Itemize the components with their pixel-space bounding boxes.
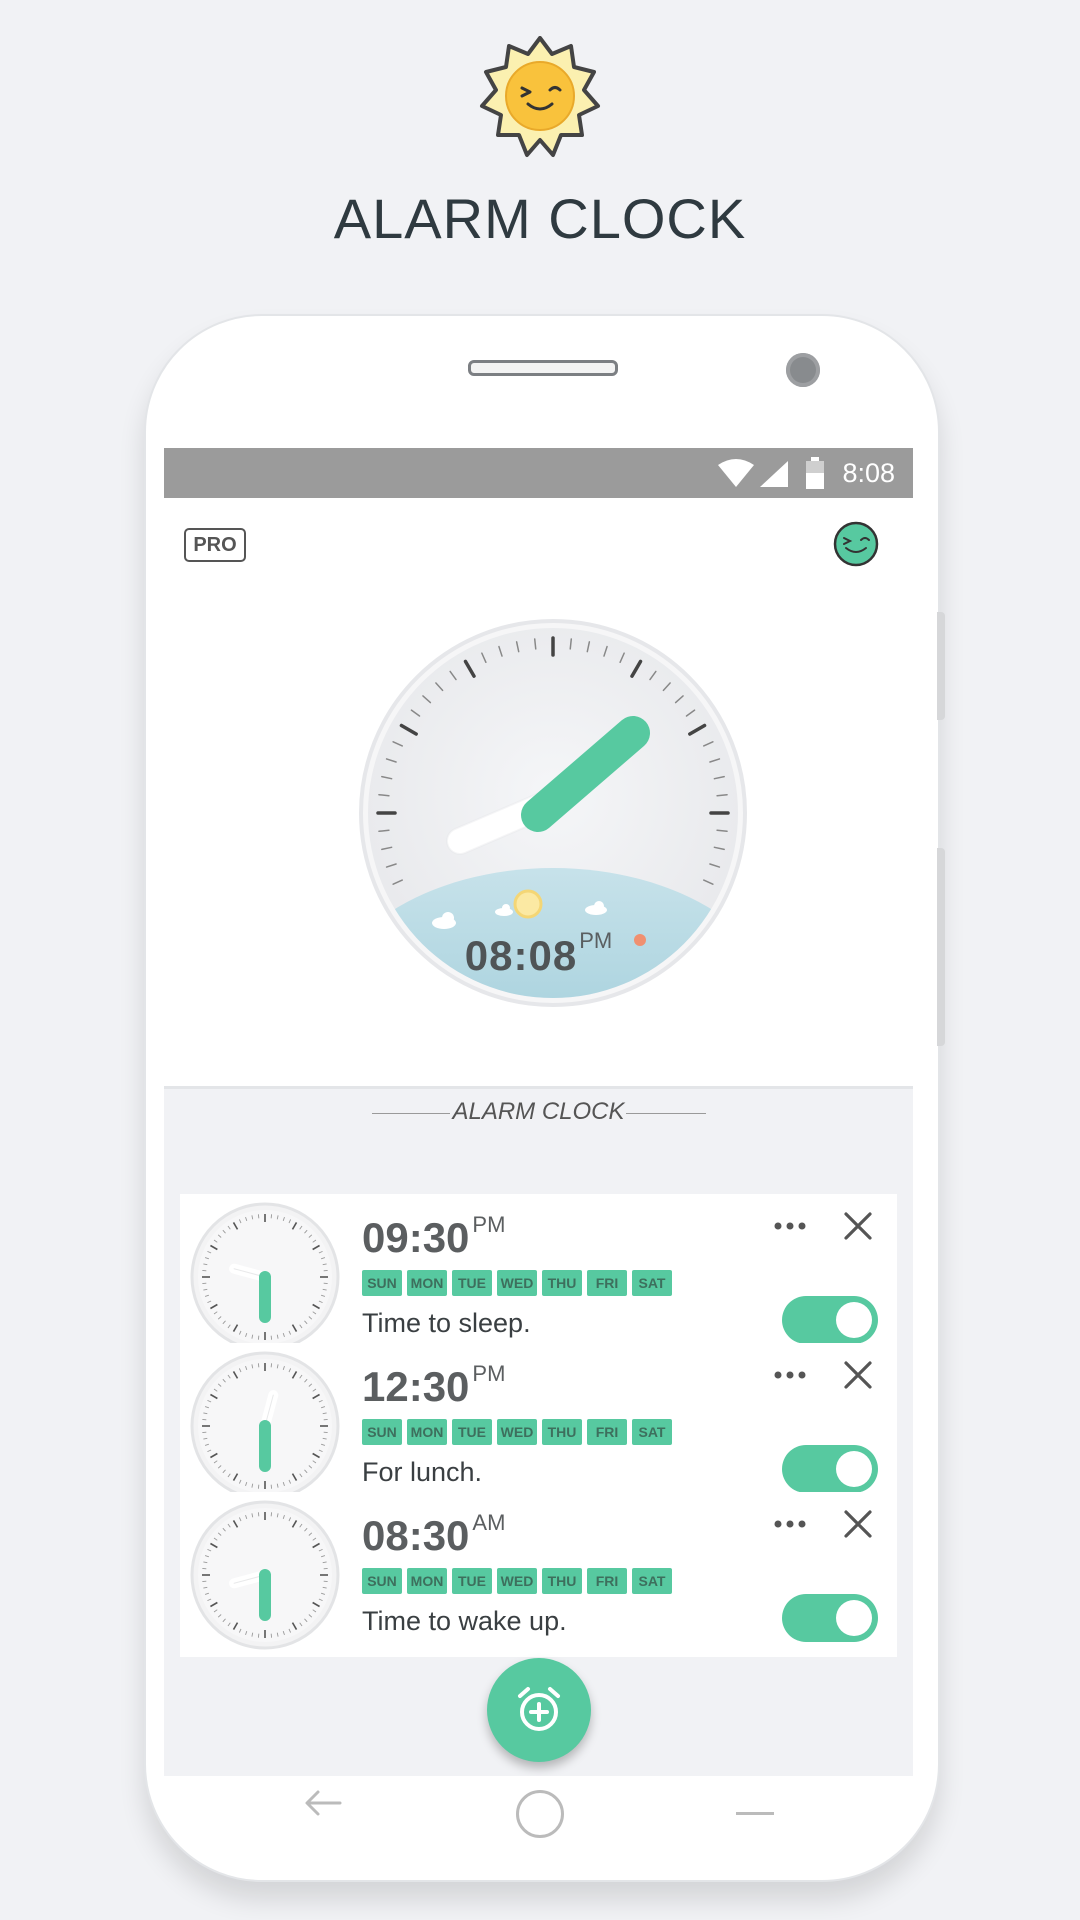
add-alarm-button[interactable]	[487, 1658, 591, 1762]
pro-badge[interactable]: PRO	[184, 528, 246, 562]
alarm-toggle[interactable]	[782, 1296, 878, 1344]
day-badge[interactable]: THU	[542, 1568, 582, 1594]
alarm-clock-dial	[190, 1202, 340, 1352]
alarm-ampm: PM	[472, 1361, 506, 1386]
nav-home-button[interactable]	[516, 1790, 564, 1838]
main-time-ampm: PM	[579, 928, 613, 953]
day-badge[interactable]: TUE	[452, 1270, 492, 1296]
day-badge[interactable]: SUN	[362, 1568, 402, 1594]
alarm-toggle[interactable]	[782, 1445, 878, 1493]
day-badge[interactable]: WED	[497, 1568, 537, 1594]
status-bar: 8:08	[164, 448, 913, 498]
section-title: ALARM CLOCK	[452, 1098, 625, 1125]
more-options-icon[interactable]	[770, 1214, 810, 1238]
wifi-icon	[718, 459, 754, 487]
signal-icon	[760, 461, 788, 487]
battery-icon	[806, 457, 824, 489]
toggle-knob	[836, 1600, 872, 1636]
day-badge[interactable]: TUE	[452, 1419, 492, 1445]
day-badge[interactable]: MON	[407, 1568, 447, 1594]
page-title: ALARM CLOCK	[333, 187, 747, 250]
app-screen: 8:08 PRO 08:08PM ALARM CLOCK 09:30 PM SU…	[164, 448, 913, 1776]
day-badge[interactable]: FRI	[587, 1568, 627, 1594]
alarm-days: SUN MON TUE WED THU FRI SAT	[362, 1270, 672, 1296]
close-icon[interactable]	[840, 1357, 876, 1393]
status-time: 8:08	[842, 458, 895, 488]
day-badge[interactable]: TUE	[452, 1568, 492, 1594]
day-badge[interactable]: THU	[542, 1419, 582, 1445]
toggle-knob	[836, 1451, 872, 1487]
sun-logo-icon	[480, 36, 600, 157]
day-badge[interactable]: FRI	[587, 1270, 627, 1296]
day-badge[interactable]: SAT	[632, 1568, 672, 1594]
alarm-card[interactable]: 08:30 AM SUN MON TUE WED THU FRI SAT Time to wa…	[180, 1492, 897, 1657]
alarm-label[interactable]: Time to sleep.	[362, 1308, 531, 1339]
alarm-clock-dial	[190, 1500, 340, 1650]
alarm-time[interactable]: 12:30 PM	[362, 1361, 505, 1411]
dial-tick	[569, 638, 573, 650]
alarm-days: SUN MON TUE WED THU FRI SAT	[362, 1568, 672, 1594]
alarm-card[interactable]: 12:30 PM SUN MON TUE WED THU FRI SAT For lunch.	[180, 1343, 897, 1508]
more-options-icon[interactable]	[770, 1363, 810, 1387]
main-time-value: 08:08	[464, 932, 578, 979]
alarm-time-value: 12:30	[362, 1363, 470, 1410]
dial-tick	[716, 793, 728, 797]
alarm-label[interactable]: Time to wake up.	[362, 1606, 567, 1637]
alarm-toggle[interactable]	[782, 1594, 878, 1642]
close-icon[interactable]	[840, 1506, 876, 1542]
day-badge[interactable]: FRI	[587, 1419, 627, 1445]
alarm-time[interactable]: 08:30 AM	[362, 1510, 505, 1560]
more-options-icon[interactable]	[770, 1512, 810, 1536]
alarm-ampm: AM	[472, 1510, 506, 1535]
volume-button	[937, 848, 945, 1046]
day-badge[interactable]: MON	[407, 1270, 447, 1296]
day-badge[interactable]: SUN	[362, 1419, 402, 1445]
close-icon[interactable]	[840, 1208, 876, 1244]
day-badge[interactable]: WED	[497, 1270, 537, 1296]
day-badge[interactable]: SAT	[632, 1419, 672, 1445]
nav-back-icon[interactable]	[302, 1788, 342, 1818]
dial-tick	[716, 829, 728, 833]
day-badge[interactable]: THU	[542, 1270, 582, 1296]
day-badge[interactable]: WED	[497, 1419, 537, 1445]
alarm-label[interactable]: For lunch.	[362, 1457, 482, 1488]
main-clock-time: 08:08PM	[164, 928, 913, 980]
dial-tick	[378, 793, 390, 797]
alarm-time[interactable]: 09:30 PM	[362, 1212, 505, 1262]
alarm-time-value: 09:30	[362, 1214, 470, 1261]
toggle-knob	[836, 1302, 872, 1338]
alarm-time-value: 08:30	[362, 1512, 470, 1559]
alarm-card[interactable]: 09:30 PM SUN MON TUE WED THU FRI SAT Time to sl…	[180, 1194, 897, 1359]
dial-tick	[533, 638, 537, 650]
day-badge[interactable]: MON	[407, 1419, 447, 1445]
day-badge[interactable]: SUN	[362, 1270, 402, 1296]
phone-camera	[786, 353, 820, 387]
smiley-face-icon[interactable]	[832, 520, 880, 568]
power-button	[937, 612, 945, 720]
dial-tick	[378, 829, 390, 833]
day-badge[interactable]: SAT	[632, 1270, 672, 1296]
add-alarm-icon	[518, 1687, 560, 1731]
phone-speaker	[468, 360, 618, 376]
alarm-ampm: PM	[472, 1212, 506, 1237]
nav-recent-button[interactable]	[736, 1812, 774, 1815]
alarm-clock-dial	[190, 1351, 340, 1501]
alarm-days: SUN MON TUE WED THU FRI SAT	[362, 1419, 672, 1445]
